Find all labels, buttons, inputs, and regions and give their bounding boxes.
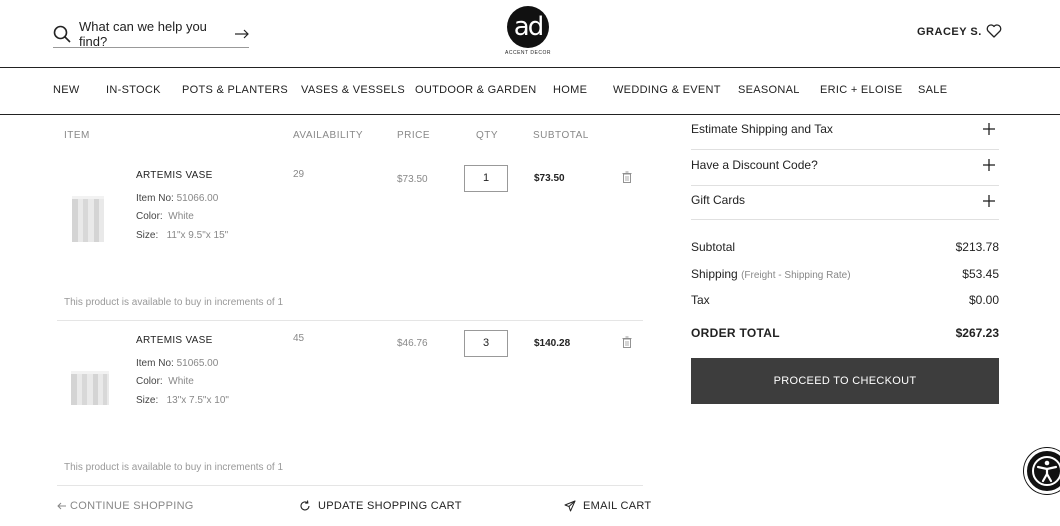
order-subtotal-value: $213.78 xyxy=(955,240,999,254)
product-name[interactable]: ARTEMIS VASE xyxy=(136,335,213,346)
logo-mark: ad xyxy=(507,6,549,48)
cart-row: ARTEMIS VASE Item No: 51065.00 Color: Wh… xyxy=(57,325,643,485)
price-value: $46.76 xyxy=(397,338,428,349)
site-logo[interactable]: ad ACCENT DECOR xyxy=(505,6,551,56)
nav-item-eric-eloise[interactable]: ERIC + ELOISE xyxy=(820,84,902,96)
tax-value: $0.00 xyxy=(968,293,999,307)
row-divider xyxy=(57,320,643,321)
accordion-estimate-shipping[interactable]: Estimate Shipping and Tax xyxy=(691,114,999,150)
column-header-qty: QTY xyxy=(476,130,499,141)
nav-item-new[interactable]: NEW xyxy=(53,84,80,96)
shipping-value: $53.45 xyxy=(962,267,999,281)
subtotal-value: $140.28 xyxy=(534,338,571,349)
nav-item-in-stock[interactable]: IN-STOCK xyxy=(106,84,161,96)
product-item-no: Item No: 51065.00 xyxy=(136,358,219,369)
arrow-right-icon[interactable] xyxy=(235,29,249,39)
nav-item-outdoor-garden[interactable]: OUTDOOR & GARDEN xyxy=(415,84,537,96)
email-cart-button[interactable]: EMAIL CART xyxy=(564,500,651,512)
accordion-label: Gift Cards xyxy=(691,193,746,207)
heart-icon[interactable] xyxy=(986,24,1002,38)
main-nav: NEW IN-STOCK POTS & PLANTERS VASES & VES… xyxy=(0,69,1060,115)
product-item-no: Item No: 51066.00 xyxy=(136,193,219,204)
accessibility-button[interactable] xyxy=(1024,448,1060,494)
email-cart-label: EMAIL CART xyxy=(583,500,652,512)
nav-item-wedding-event[interactable]: WEDDING & EVENT xyxy=(613,84,721,96)
quantity-input[interactable]: 3 xyxy=(464,330,508,357)
accessibility-icon xyxy=(1032,456,1060,486)
search-bar[interactable]: What can we help you find? xyxy=(53,19,249,49)
arrow-left-icon xyxy=(57,502,66,510)
product-image[interactable] xyxy=(69,369,111,407)
search-icon[interactable] xyxy=(53,25,71,43)
nav-item-sale[interactable]: SALE xyxy=(918,84,947,96)
product-image[interactable] xyxy=(69,194,107,244)
product-color: Color: White xyxy=(136,376,194,387)
nav-item-home[interactable]: HOME xyxy=(553,84,587,96)
nav-item-vases-vessels[interactable]: VASES & VESSELS xyxy=(301,84,405,96)
product-name[interactable]: ARTEMIS VASE xyxy=(136,170,213,181)
nav-item-seasonal[interactable]: SEASONAL xyxy=(738,84,800,96)
accordion-label: Estimate Shipping and Tax xyxy=(691,122,833,136)
continue-shopping-link[interactable]: CONTINUE SHOPPING xyxy=(57,500,194,512)
column-header-price: PRICE xyxy=(397,130,431,141)
nav-item-pots-planters[interactable]: POTS & PLANTERS xyxy=(182,84,288,96)
quantity-input[interactable]: 1 xyxy=(464,165,508,192)
product-size: Size: 13"x 7.5"x 10" xyxy=(136,395,229,406)
price-value: $73.50 xyxy=(397,174,428,185)
account-link[interactable]: GRACEY S. xyxy=(917,26,982,38)
proceed-to-checkout-button[interactable]: PROCEED TO CHECKOUT xyxy=(691,358,999,404)
update-cart-label: UPDATE SHOPPING CART xyxy=(318,500,462,512)
availability-value: 45 xyxy=(293,333,305,344)
column-header-subtotal: SUBTOTAL xyxy=(533,130,589,141)
continue-shopping-label: CONTINUE SHOPPING xyxy=(70,500,194,512)
site-header: What can we help you find? ad ACCENT DEC… xyxy=(0,0,1060,68)
plus-icon xyxy=(983,159,995,171)
trash-icon[interactable] xyxy=(622,336,632,348)
refresh-icon xyxy=(300,500,310,511)
plus-icon xyxy=(983,123,995,135)
product-size: Size: 11"x 9.5"x 15" xyxy=(136,230,229,241)
product-color: Color: White xyxy=(136,211,194,222)
send-icon xyxy=(564,500,576,512)
search-input[interactable]: What can we help you find? xyxy=(79,19,235,49)
accordion-gift-cards[interactable]: Gift Cards xyxy=(691,184,999,220)
logo-subtitle: ACCENT DECOR xyxy=(505,50,551,56)
plus-icon xyxy=(983,195,995,207)
increment-note: This product is available to buy in incr… xyxy=(64,297,283,308)
shipping-label: Shipping (Freight - Shipping Rate) xyxy=(691,267,851,281)
subtotal-label: Subtotal xyxy=(691,240,736,254)
column-header-availability: AVAILABILITY xyxy=(293,130,364,141)
trash-icon[interactable] xyxy=(622,171,632,183)
accordion-label: Have a Discount Code? xyxy=(691,158,818,172)
row-divider xyxy=(57,485,643,486)
availability-value: 29 xyxy=(293,169,305,180)
order-total-label: ORDER TOTAL xyxy=(691,326,780,340)
column-header-item: ITEM xyxy=(64,130,90,141)
order-total-value: $267.23 xyxy=(955,326,999,340)
cart-row: ARTEMIS VASE Item No: 51066.00 Color: Wh… xyxy=(57,160,643,320)
update-cart-button[interactable]: UPDATE SHOPPING CART xyxy=(299,500,462,512)
subtotal-value: $73.50 xyxy=(534,173,565,184)
increment-note: This product is available to buy in incr… xyxy=(64,462,283,473)
accordion-discount-code[interactable]: Have a Discount Code? xyxy=(691,150,999,186)
tax-label: Tax xyxy=(691,293,710,307)
